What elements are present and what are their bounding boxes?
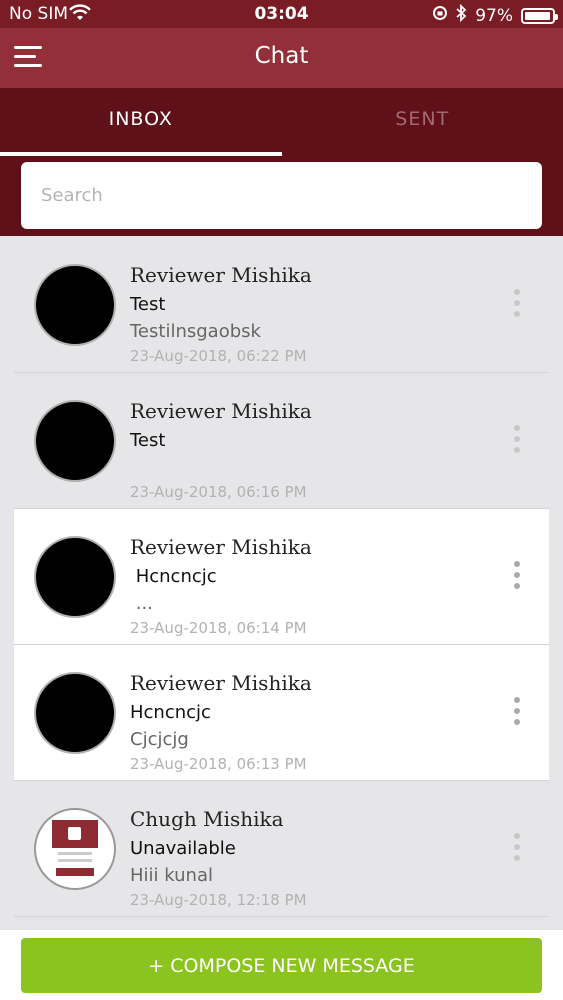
more-options-icon[interactable] (509, 697, 525, 729)
message-row[interactable]: Reviewer Mishika Test 23-Aug-2018, 06:16… (14, 373, 549, 509)
app-screenshot-thumbnail (52, 820, 98, 878)
message-subject: Test (130, 430, 166, 451)
search-input[interactable] (21, 162, 542, 229)
message-subject: Hcncncjc (130, 566, 217, 587)
message-subject: Test (130, 294, 166, 315)
avatar (34, 536, 116, 618)
message-timestamp: 23-Aug-2018, 06:16 PM (130, 483, 307, 501)
message-preview: Testilnsgaobsk (130, 321, 261, 342)
message-subject: Hcncncjc (130, 702, 211, 723)
avatar (34, 400, 116, 482)
tab-sent[interactable]: SENT (282, 88, 563, 156)
battery-percent: 97% (475, 5, 513, 26)
status-right: 97% (432, 3, 558, 27)
more-options-icon[interactable] (509, 561, 525, 593)
battery-icon (521, 7, 558, 24)
message-preview: Cjcjcjg (130, 729, 189, 750)
compose-new-message-button[interactable]: + COMPOSE NEW MESSAGE (21, 938, 542, 993)
more-options-icon[interactable] (509, 289, 525, 321)
bluetooth-icon (456, 3, 467, 27)
message-preview: Hiii kunal (130, 865, 213, 886)
message-timestamp: 23-Aug-2018, 06:13 PM (130, 755, 307, 773)
message-row[interactable]: Reviewer Mishika Hcncncjc ... 23-Aug-201… (14, 509, 549, 645)
message-preview: ... (130, 593, 153, 614)
status-bar: No SIM 03:04 97% (0, 0, 563, 28)
avatar (34, 264, 116, 346)
message-timestamp: 23-Aug-2018, 06:14 PM (130, 619, 307, 637)
sender-name: Reviewer Mishika (130, 671, 312, 695)
message-row[interactable]: Reviewer Mishika Test Testilnsgaobsk 23-… (14, 237, 549, 373)
message-timestamp: 23-Aug-2018, 06:22 PM (130, 347, 307, 365)
message-row[interactable]: Chugh Mishika Unavailable Hiii kunal 23-… (14, 781, 549, 917)
message-subject: Unavailable (130, 838, 236, 859)
sender-name: Reviewer Mishika (130, 535, 312, 559)
compose-footer: + COMPOSE NEW MESSAGE (0, 930, 563, 1000)
tab-inbox[interactable]: INBOX (0, 88, 282, 156)
rotation-lock-icon (432, 5, 448, 26)
message-row[interactable]: Reviewer Mishika Hcncncjc Cjcjcjg 23-Aug… (14, 645, 549, 781)
more-options-icon[interactable] (509, 425, 525, 457)
avatar (34, 672, 116, 754)
page-title: Chat (254, 43, 309, 69)
message-list: Reviewer Mishika Test Testilnsgaobsk 23-… (14, 237, 549, 917)
search-bar (0, 156, 563, 236)
tab-bar: INBOX SENT (0, 88, 563, 156)
more-options-icon[interactable] (509, 833, 525, 865)
sender-name: Chugh Mishika (130, 807, 284, 831)
avatar (34, 808, 116, 890)
app-bar: Chat (0, 28, 563, 88)
sender-name: Reviewer Mishika (130, 399, 312, 423)
message-timestamp: 23-Aug-2018, 12:18 PM (130, 891, 307, 909)
sender-name: Reviewer Mishika (130, 263, 312, 287)
